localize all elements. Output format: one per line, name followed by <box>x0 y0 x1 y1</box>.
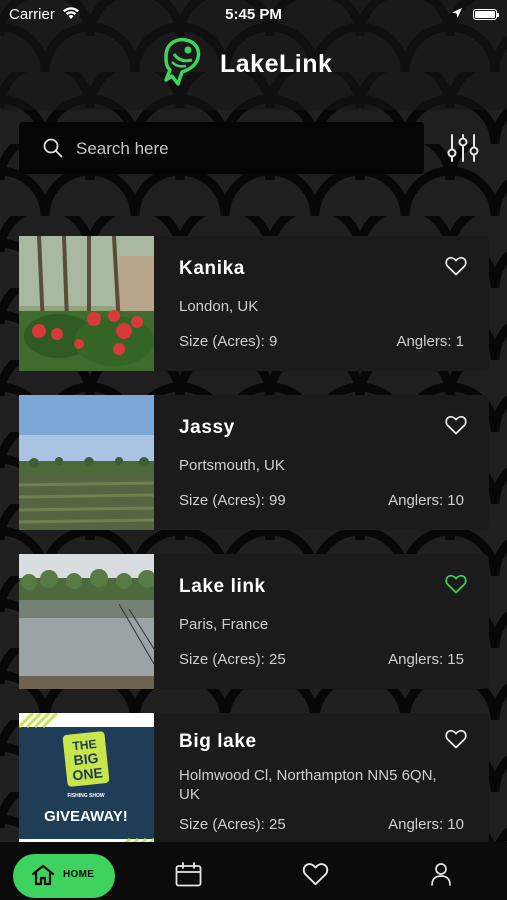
home-tab-label: HOME <box>63 869 95 880</box>
lake-anglers: Anglers: 10 <box>388 492 464 509</box>
fish-logo-icon <box>164 37 201 86</box>
lake-size: Size (Acres): 99 <box>179 492 286 509</box>
lake-location: London, UK <box>179 298 259 315</box>
location-arrow-icon <box>452 8 462 18</box>
lake-card[interactable]: Kanika London, UK Size (Acres): 9 Angler… <box>19 236 489 371</box>
lake-anglers: Anglers: 1 <box>396 333 464 350</box>
calendar-icon[interactable] <box>175 862 202 887</box>
poster-cta: GIVEAWAY! <box>44 808 128 825</box>
filter-sliders-icon[interactable] <box>446 133 480 163</box>
lake-name: Lake link <box>179 576 266 597</box>
lake-size: Size (Acres): 25 <box>179 816 286 833</box>
bottom-tab-bar: HOME <box>0 842 507 900</box>
lake-anglers: Anglers: 10 <box>388 816 464 833</box>
lake-photo-flowers <box>19 236 154 371</box>
search-row <box>19 122 489 176</box>
search-box[interactable] <box>19 122 424 176</box>
lake-location: Holmwood Cl, Northampton NN5 6QN, UK <box>179 767 437 803</box>
favorite-heart-icon-active[interactable] <box>445 574 467 594</box>
status-bar: Carrier 5:45 PM <box>0 0 507 30</box>
clock: 5:45 PM <box>225 6 282 23</box>
lake-photo-lake <box>19 554 154 689</box>
app-header: LakeLink <box>0 34 507 94</box>
battery-icon <box>473 9 499 20</box>
lake-size: Size (Acres): 9 <box>179 333 278 350</box>
lake-card[interactable]: Lake link Paris, France Size (Acres): 25… <box>19 554 489 689</box>
lake-location: Portsmouth, UK <box>179 457 285 474</box>
home-icon <box>31 864 55 886</box>
lake-name: Jassy <box>179 417 235 438</box>
search-icon <box>43 138 63 158</box>
lake-card[interactable]: Jassy Portsmouth, UK Size (Acres): 99 An… <box>19 395 489 530</box>
search-input[interactable] <box>74 122 408 176</box>
lake-location: Paris, France <box>179 616 269 633</box>
lake-anglers: Anglers: 15 <box>388 651 464 668</box>
favorite-heart-icon[interactable] <box>445 256 467 276</box>
favorites-heart-tab-icon[interactable] <box>302 862 329 886</box>
lake-photo-field <box>19 395 154 530</box>
favorite-heart-icon[interactable] <box>445 415 467 435</box>
giveaway-poster: THE BIG ONE FISHING SHOW GIVEAWAY! <box>19 713 154 853</box>
home-tab[interactable]: HOME <box>13 854 115 898</box>
lake-name: Kanika <box>179 258 245 279</box>
favorite-heart-icon[interactable] <box>445 729 467 749</box>
app-title: LakeLink <box>220 50 333 78</box>
poster-line3: ONE <box>72 764 104 783</box>
profile-icon[interactable] <box>430 862 452 886</box>
lake-size: Size (Acres): 25 <box>179 651 286 668</box>
poster-subtitle: FISHING SHOW <box>67 793 105 799</box>
lake-name: Big lake <box>179 731 257 752</box>
lake-card[interactable]: THE BIG ONE FISHING SHOW GIVEAWAY! Big l… <box>19 713 489 853</box>
